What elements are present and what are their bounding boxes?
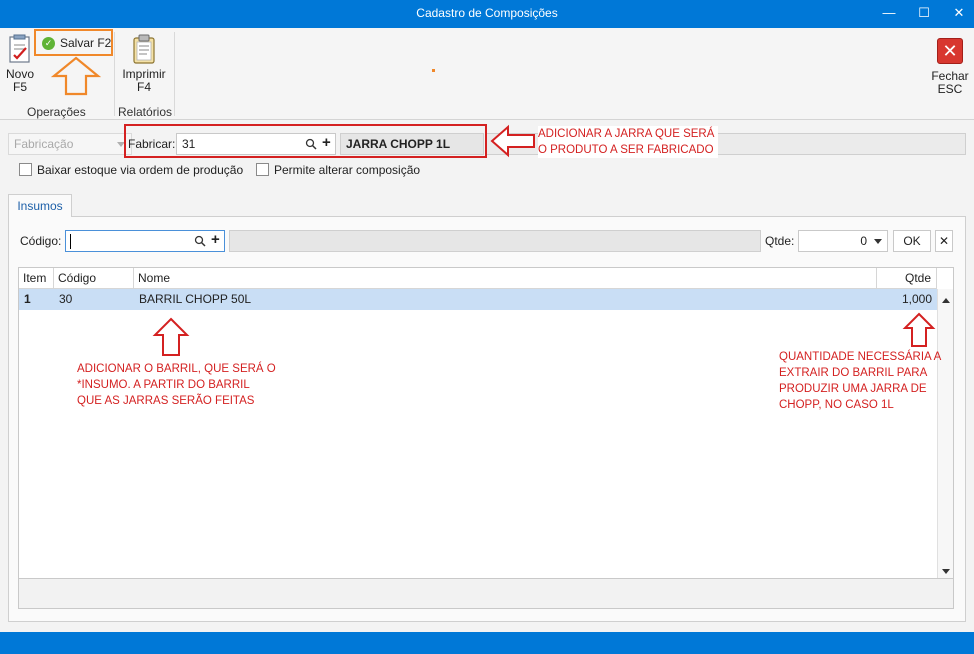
- cell-nome: BARRIL CHOPP 50L: [139, 292, 252, 306]
- qtde-annotation: QUANTIDADE NECESSÁRIA A EXTRAIR DO BARRI…: [779, 349, 949, 413]
- status-bar: [0, 632, 974, 654]
- insumo-annotation: ADICIONAR O BARRIL, QUE SERÁ O *INSUMO. …: [77, 361, 297, 409]
- codigo-input[interactable]: +: [65, 230, 225, 252]
- scroll-up-icon[interactable]: [942, 298, 950, 303]
- qtde-input[interactable]: 0: [798, 230, 888, 252]
- cell-qtde: 1,000: [901, 292, 932, 306]
- minimize-button[interactable]: —: [874, 0, 904, 28]
- baixar-estoque-label: Baixar estoque via ordem de produção: [37, 163, 244, 177]
- plus-icon[interactable]: +: [211, 231, 220, 248]
- vertical-scrollbar[interactable]: [937, 289, 953, 578]
- fabricar-annotation: ADICIONAR A JARRA QUE SERÁ O PRODUTO A S…: [538, 126, 718, 158]
- red-arrow-up-annotation: [152, 317, 190, 356]
- close-red-icon: ✕: [937, 38, 963, 64]
- imprimir-shortcut: F4: [136, 80, 151, 94]
- orange-arrow-annotation: [51, 56, 101, 96]
- imprimir-button[interactable]: Imprimir F4: [118, 34, 170, 94]
- group-label-relatorios: Relatórios: [118, 105, 173, 119]
- tipo-select[interactable]: Fabricação: [8, 133, 132, 155]
- scroll-down-icon[interactable]: [942, 569, 950, 574]
- ribbon-separator: [114, 32, 115, 116]
- text-cursor: [70, 234, 71, 249]
- tab-insumos[interactable]: Insumos: [8, 194, 72, 217]
- novo-button[interactable]: Novo F5: [2, 34, 38, 94]
- column-header-item[interactable]: Item: [19, 268, 54, 289]
- insumo-note-line: QUE AS JARRAS SERÃO FEITAS: [77, 395, 255, 407]
- permite-alterar-label: Permite alterar composição: [274, 163, 421, 177]
- novo-shortcut: F5: [12, 80, 27, 94]
- close-window-button[interactable]: ✕: [944, 0, 974, 28]
- qtde-value: 0: [860, 234, 867, 248]
- search-icon[interactable]: [194, 235, 206, 247]
- fabricar-highlight-box: [124, 124, 487, 158]
- chevron-down-icon[interactable]: [874, 239, 882, 244]
- column-header-codigo[interactable]: Código: [54, 268, 134, 289]
- red-arrow-left-annotation: [490, 124, 535, 158]
- fechar-button[interactable]: ✕ Fechar ESC: [928, 38, 972, 96]
- cell-codigo: 30: [59, 292, 73, 306]
- group-label-operacoes: Operações: [27, 105, 86, 119]
- remove-insumo-button[interactable]: ✕: [935, 230, 953, 252]
- baixar-estoque-checkbox[interactable]: [19, 163, 32, 176]
- check-icon: ✓: [42, 37, 55, 50]
- qtde-label: Qtde:: [765, 234, 795, 248]
- salvar-button[interactable]: ✓ Salvar F2: [34, 29, 113, 56]
- insumo-description-box: [229, 230, 761, 252]
- fechar-shortcut: ESC: [937, 82, 963, 96]
- insumo-note-line: *INSUMO. A PARTIR DO BARRIL: [77, 379, 250, 391]
- qtde-note-line: QUANTIDADE NECESSÁRIA A: [779, 351, 942, 363]
- red-arrow-up-annotation: [902, 312, 936, 347]
- new-document-icon: [9, 34, 30, 63]
- insumo-note-line: ADICIONAR O BARRIL, QUE SERÁ O: [77, 363, 276, 375]
- orange-dot: [432, 69, 435, 72]
- fabricar-note-line: ADICIONAR A JARRA QUE SERÁ: [538, 128, 715, 140]
- qtde-note-line: PRODUZIR UMA JARRA DE: [779, 383, 927, 395]
- insumos-grid: Item Código Nome Qtde 1 30 BARRIL CHOPP …: [18, 267, 954, 579]
- qtde-note-line: CHOPP, NO CASO 1L: [779, 399, 894, 411]
- maximize-button[interactable]: ☐: [909, 0, 939, 28]
- qtde-note-line: EXTRAIR DO BARRIL PARA: [779, 367, 928, 379]
- ok-button[interactable]: OK: [893, 230, 931, 252]
- salvar-label: Salvar F2: [60, 36, 112, 50]
- table-row[interactable]: 1 30 BARRIL CHOPP 50L 1,000: [19, 289, 937, 310]
- ribbon-separator: [174, 32, 175, 116]
- window-title: Cadastro de Composições: [416, 6, 558, 20]
- tipo-value: Fabricação: [14, 137, 74, 151]
- permite-alterar-checkbox[interactable]: [256, 163, 269, 176]
- column-header-nome[interactable]: Nome: [134, 268, 877, 289]
- clipboard-icon: [133, 34, 155, 64]
- fabricar-note-line: O PRODUTO A SER FABRICADO: [538, 144, 714, 156]
- cell-item: 1: [24, 292, 31, 306]
- column-header-qtde[interactable]: Qtde: [877, 268, 937, 289]
- codigo-label: Código:: [20, 234, 62, 248]
- grid-footer: [18, 579, 954, 609]
- title-bar: Cadastro de Composições — ☐ ✕: [0, 0, 974, 28]
- ribbon-toolbar: Novo F5 ✓ Salvar F2 Imprimir F4 Operaçõe…: [0, 28, 974, 120]
